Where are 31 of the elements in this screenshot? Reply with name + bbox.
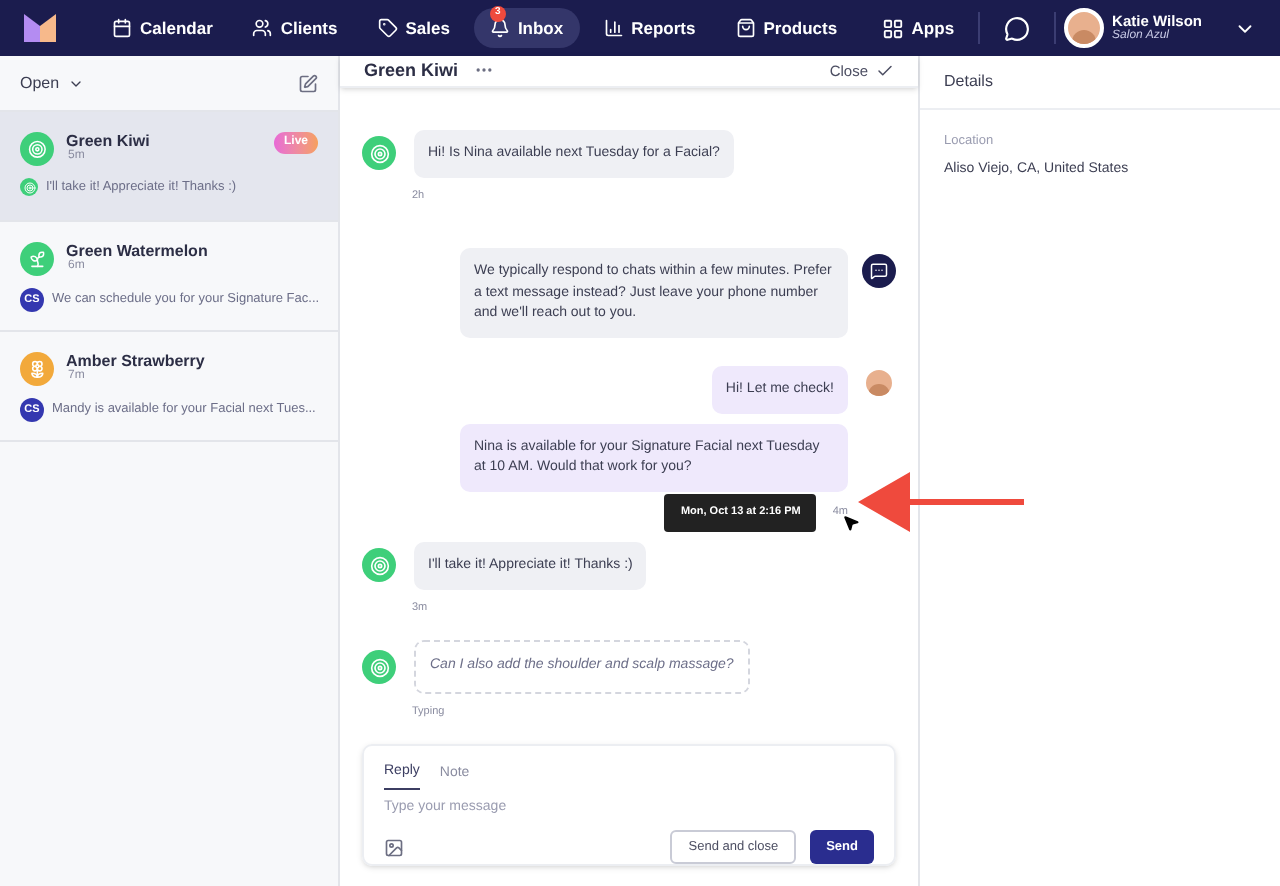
nav-tab[interactable]: Products [719, 8, 854, 48]
nav-icon [489, 18, 510, 38]
nav-tab[interactable]: Clients [236, 8, 354, 48]
bot-avatar [862, 254, 896, 289]
check-icon [876, 61, 894, 80]
compose-icon[interactable] [298, 73, 318, 93]
nav-icon [603, 18, 624, 38]
user-avatar [1064, 8, 1105, 48]
contact-name: Amber Strawberry [66, 352, 207, 370]
contact-avatar [362, 548, 396, 583]
details-title: Details [944, 70, 993, 94]
grid-icon [881, 17, 904, 39]
contact-avatar [20, 178, 38, 197]
apps-button[interactable]: Apps [865, 15, 971, 41]
filter-dropdown[interactable]: Open [20, 71, 84, 95]
logo-icon [24, 14, 56, 42]
nav-icon [377, 18, 398, 38]
conversation-title: Green Kiwi [364, 57, 459, 84]
nav-tab[interactable]: Reports [587, 8, 712, 48]
image-icon[interactable] [384, 837, 404, 857]
contact-avatar [362, 136, 396, 171]
nav-icon [252, 18, 273, 38]
contact-avatar [362, 650, 396, 684]
nav-tab[interactable]: Calendar [96, 8, 229, 48]
contact-name: Green Watermelon [66, 242, 210, 260]
nav-icon [735, 18, 756, 38]
nav-icon [112, 18, 132, 38]
nav-tab[interactable]: Sales [361, 8, 466, 48]
cursor-icon [842, 514, 860, 533]
contact-name: Green Kiwi [66, 132, 152, 150]
chat-icon [1004, 15, 1031, 41]
